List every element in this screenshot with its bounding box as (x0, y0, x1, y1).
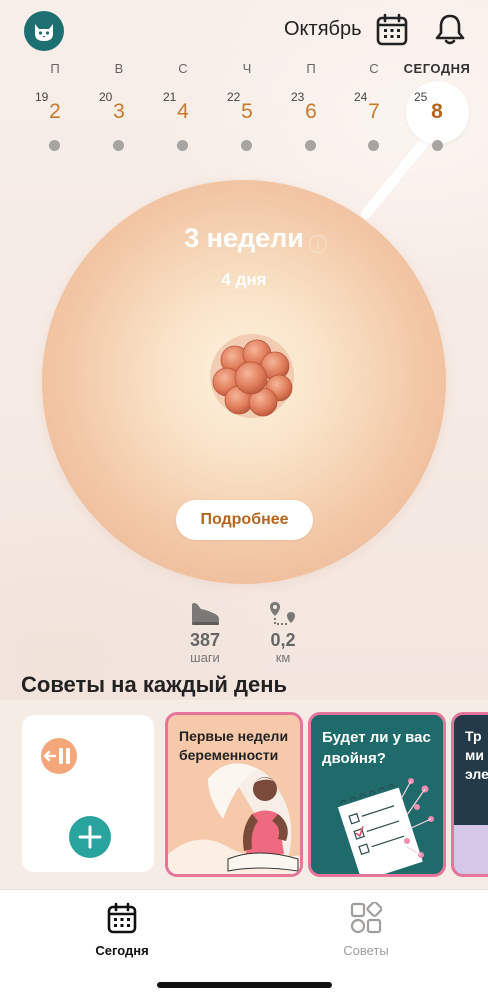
route-pin-icon (270, 602, 295, 625)
day-of-week-label: П (50, 61, 60, 76)
pregnancy-day-number: 5 (241, 100, 253, 123)
calendar-icon (376, 13, 408, 46)
home-indicator (157, 982, 332, 988)
calendar-button[interactable] (375, 13, 409, 47)
tip-card-title: Тр ми эле (465, 728, 488, 782)
pregnant-woman-illustration (168, 763, 300, 874)
steps-value: 387 (189, 630, 221, 650)
card-illustration (454, 825, 488, 874)
days-count-subtitle: 4 дня (221, 270, 267, 289)
current-month-label[interactable]: Октябрь (284, 18, 362, 41)
checklist-illustration (337, 778, 434, 874)
tip-card-title: Будет ли у вас двойня? (322, 729, 431, 767)
tab-tips[interactable]: Советы (316, 900, 416, 958)
tab-today-label: Сегодня (95, 943, 149, 958)
day-item[interactable]: В 20 3 (87, 60, 151, 151)
tip-card[interactable]: Будет ли у вас двойня? (308, 712, 446, 877)
tips-carousel[interactable]: Первые недели беременности Будет ли у ва… (0, 712, 488, 877)
plus-icon (78, 825, 102, 849)
day-dot (241, 140, 252, 151)
distance-unit: км (275, 650, 291, 665)
embryo-illustration (210, 334, 294, 418)
day-dot (49, 140, 60, 151)
profile-avatar[interactable] (24, 11, 64, 51)
distance-stat[interactable]: 0,2 км (248, 600, 318, 666)
day-of-week-label: Ч (242, 61, 252, 76)
pregnancy-day-number: 6 (305, 100, 317, 123)
tips-section-title: Советы на каждый день (21, 672, 288, 697)
tip-card[interactable]: Тр ми эле (451, 712, 488, 877)
steps-unit: шаги (190, 650, 220, 665)
tab-tips-label: Советы (343, 943, 389, 958)
day-dot (177, 140, 188, 151)
info-icon[interactable] (308, 234, 328, 254)
tip-card[interactable]: Первые недели беременности (165, 712, 303, 877)
day-dot (432, 140, 443, 151)
day-dot (305, 140, 316, 151)
day-dot (368, 140, 379, 151)
day-item[interactable]: П 19 2 (23, 60, 87, 151)
calendar-icon (107, 902, 137, 934)
weeks-count-title: 3 недели (184, 223, 304, 253)
pregnancy-day-number: 2 (49, 100, 61, 123)
day-dot (113, 140, 124, 151)
day-of-week-label: П (306, 61, 316, 76)
pregnancy-day-number: 3 (113, 100, 125, 123)
cat-avatar-icon (35, 24, 53, 41)
add-button[interactable] (69, 816, 111, 858)
tab-today[interactable]: Сегодня (72, 902, 172, 958)
shoe-icon (192, 603, 219, 625)
day-of-week-label: С (178, 61, 188, 76)
bell-icon (435, 14, 465, 45)
details-button[interactable]: Подробнее (176, 500, 313, 540)
day-item[interactable]: Ч 22 5 (215, 60, 279, 151)
grid-shapes-icon (350, 900, 383, 934)
day-item[interactable]: П 23 6 (279, 60, 343, 151)
swipe-hint-icon (41, 738, 77, 774)
today-label: СЕГОДНЯ (403, 61, 471, 76)
pregnancy-day-number: 8 (431, 100, 443, 123)
day-item[interactable]: С 21 4 (151, 60, 215, 151)
week-strip: П 19 2 В 20 3 С 21 4 Ч 22 5 П 23 6 С 24 … (0, 60, 488, 160)
steps-stat[interactable]: 387 шаги (170, 600, 240, 666)
pregnancy-day-number: 4 (177, 100, 189, 123)
day-item-today[interactable]: СЕГОДНЯ 25 8 (392, 60, 482, 151)
notifications-button[interactable] (434, 12, 466, 46)
day-of-week-label: В (114, 61, 124, 76)
add-tip-card[interactable] (22, 715, 154, 872)
distance-value: 0,2 (270, 630, 296, 650)
